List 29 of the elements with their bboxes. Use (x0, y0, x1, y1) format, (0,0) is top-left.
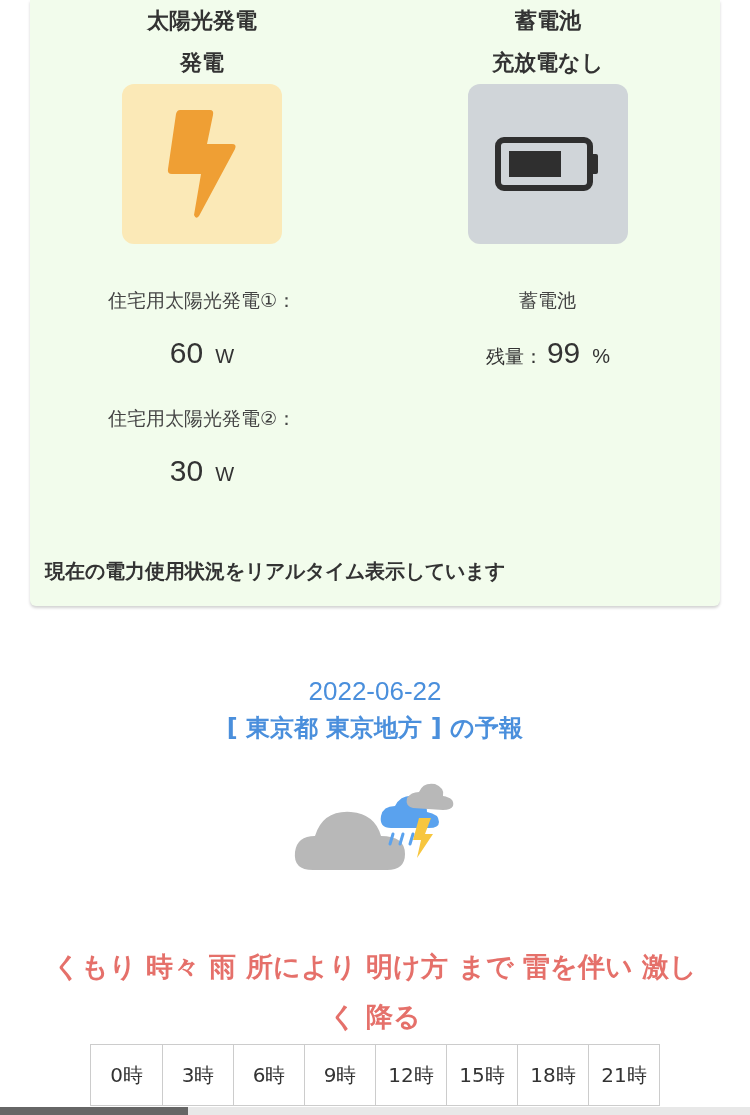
reading-unit: % (592, 344, 611, 369)
forecast-date: 2022-06-22 (308, 675, 442, 708)
reading-value: 30 (169, 453, 204, 489)
reading-value: 60 (169, 335, 204, 371)
scrollbar-thumb[interactable] (0, 1107, 188, 1115)
battery-icon (495, 137, 601, 191)
reading-label: 住宅用太陽光発電①： (107, 288, 296, 313)
realtime-note: 現在の電力使用状況をリアルタイム表示しています (45, 558, 506, 585)
reading-prefix: 残量： (485, 344, 543, 369)
hour-header: 9時 (304, 1045, 375, 1105)
column-title: 蓄電池 (515, 7, 581, 35)
hour-header: 6時 (233, 1045, 304, 1105)
column-title: 太陽光発電 (147, 7, 257, 35)
reading-value: 99 (546, 335, 581, 371)
reading-unit: W (215, 462, 235, 487)
reading-label: 住宅用太陽光発電②： (107, 406, 296, 431)
hour-header: 0時 (109, 1062, 144, 1089)
lightning-icon (166, 108, 238, 220)
hour-header: 12時 (375, 1045, 446, 1105)
reading-label: 蓄電池 (519, 288, 577, 313)
hour-header: 3時 (162, 1045, 233, 1105)
weather-summary: くもり 時々 雨 所により 明け方 まで 雷を伴い 激しく 降る (51, 950, 699, 1034)
status-label: 発電 (180, 49, 224, 77)
hour-header: 18時 (517, 1045, 588, 1105)
hour-header: 15時 (446, 1045, 517, 1105)
forecast-area: [ 東京都 東京地方 ] の予報 (226, 708, 524, 748)
status-label: 充放電なし (492, 49, 604, 77)
hour-header: 21時 (588, 1045, 659, 1105)
reading-unit: W (215, 344, 235, 369)
